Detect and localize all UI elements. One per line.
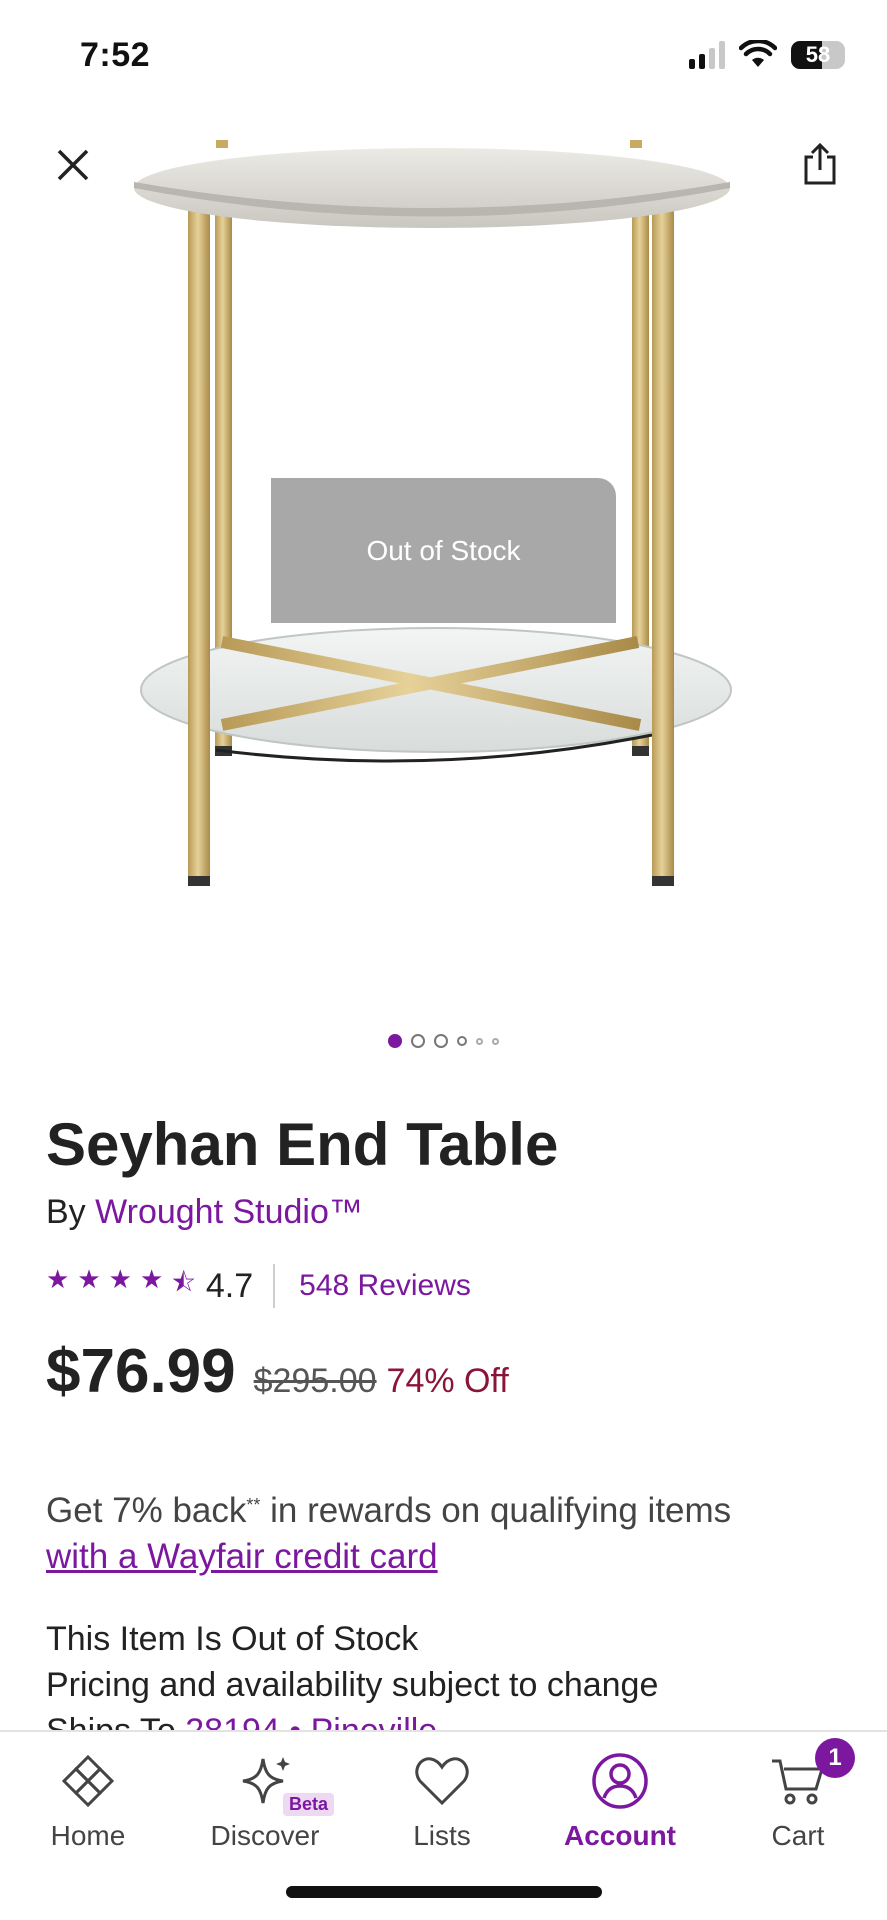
status-icons: 58: [689, 38, 845, 72]
nav-cart-label: Cart: [771, 1820, 825, 1851]
carousel-dot[interactable]: [476, 1037, 483, 1045]
reviews-link[interactable]: 548 Reviews: [299, 1269, 471, 1303]
original-price: $295.00: [253, 1362, 377, 1400]
heart-icon: [407, 1750, 477, 1812]
rewards-promo: Get 7% back** in rewards on qualifying i…: [46, 1488, 846, 1580]
stock-status: This Item Is Out of Stock Pricing and av…: [46, 1616, 658, 1708]
status-bar: 7:52 58: [0, 0, 887, 110]
nav-discover-label: Discover: [210, 1820, 320, 1851]
rewards-footnote-mark: **: [246, 1495, 261, 1515]
account-icon: [585, 1750, 655, 1812]
ships-to-location[interactable]: 28194 • Pineville: [185, 1712, 437, 1730]
battery-percent: 58: [805, 42, 831, 67]
sale-price: $76.99: [46, 1337, 236, 1406]
rewards-text: Get 7% back: [46, 1491, 247, 1530]
product-title: Seyhan End Table: [46, 1111, 559, 1178]
share-button[interactable]: [795, 136, 845, 192]
out-of-stock-overlay: Out of Stock: [271, 478, 616, 623]
rating-value: 4.7: [205, 1266, 254, 1305]
rewards-text-after: in rewards on qualifying items: [260, 1491, 732, 1530]
cellular-signal-icon: [689, 41, 725, 69]
byline-prefix: By: [46, 1193, 86, 1231]
ships-to-label: Ships To: [46, 1712, 176, 1730]
status-time: 7:52: [80, 36, 151, 74]
carousel-dot[interactable]: [411, 1034, 425, 1048]
brand-link[interactable]: Wrought Studio™: [95, 1193, 363, 1231]
nav-account-label: Account: [564, 1820, 676, 1851]
image-carousel-dots[interactable]: [0, 1034, 887, 1048]
star-full-icon: ★: [139, 1264, 164, 1294]
product-byline: By Wrought Studio™: [46, 1193, 363, 1232]
carousel-dot[interactable]: [492, 1037, 499, 1045]
discount-label: 74% Off: [386, 1362, 509, 1400]
close-icon: [57, 149, 89, 181]
beta-badge: Beta: [282, 1793, 334, 1816]
close-button[interactable]: [48, 140, 98, 190]
star-full-icon: ★: [46, 1264, 70, 1294]
cart-count-badge: 1: [815, 1738, 855, 1778]
nav-lists-label: Lists: [413, 1820, 471, 1851]
star-half-icon: ⯪: [171, 1267, 196, 1297]
share-icon: [804, 142, 836, 185]
star-full-icon: ★: [108, 1264, 132, 1294]
cart-icon: 1: [763, 1738, 855, 1812]
home-indicator[interactable]: [286, 1886, 602, 1898]
credit-card-link[interactable]: with a Wayfair credit card: [46, 1534, 846, 1580]
nav-lists[interactable]: Lists: [362, 1750, 522, 1852]
out-of-stock-message: This Item Is Out of Stock: [46, 1620, 419, 1658]
rating-row: ★ ★ ★ ★ ⯪ 4.7 548 Reviews: [46, 1264, 471, 1308]
carousel-dot[interactable]: [457, 1036, 467, 1046]
nav-account[interactable]: Account: [540, 1750, 700, 1852]
ships-to-row[interactable]: Ships To 28194 • Pineville: [46, 1708, 437, 1730]
nav-discover[interactable]: Beta Discover: [185, 1750, 345, 1852]
rating-stars[interactable]: ★ ★ ★ ★ ⯪: [46, 1264, 196, 1308]
carousel-dot[interactable]: [434, 1034, 448, 1048]
star-full-icon: ★: [77, 1264, 101, 1294]
nav-cart[interactable]: 1 Cart: [718, 1738, 878, 1852]
nav-home[interactable]: Home: [8, 1750, 168, 1852]
pricing-disclaimer: Pricing and availability subject to chan…: [46, 1666, 659, 1704]
sparkle-icon: Beta: [230, 1750, 334, 1816]
home-icon: [53, 1750, 123, 1812]
price-row: $76.99 $295.00 74% Off: [46, 1336, 509, 1407]
battery-icon: 58: [791, 41, 845, 69]
nav-home-label: Home: [50, 1820, 126, 1851]
carousel-dot-active[interactable]: [388, 1034, 402, 1048]
wifi-icon: [739, 40, 777, 67]
rating-divider: [273, 1264, 276, 1308]
